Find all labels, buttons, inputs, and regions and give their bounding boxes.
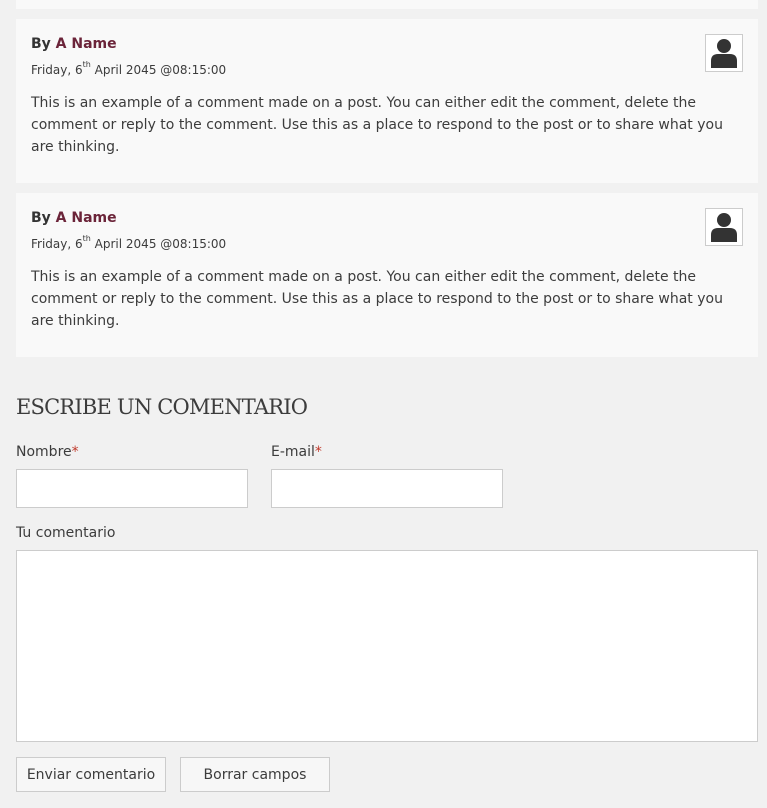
comment-author-link[interactable]: A Name: [56, 210, 117, 226]
user-silhouette-icon: [711, 213, 737, 242]
comment-byline: By A Name: [31, 36, 117, 52]
clear-fields-button[interactable]: Borrar campos: [180, 757, 330, 792]
avatar: [705, 208, 743, 246]
date-suffix: April 2045 @08:15:00: [90, 237, 227, 251]
comment-byline: By A Name: [31, 210, 117, 226]
submit-comment-button[interactable]: Enviar comentario: [16, 757, 166, 792]
name-label-text: Nombre: [16, 444, 72, 460]
email-label-text: E-mail: [271, 444, 315, 460]
comment-date: Friday, 6th April 2045 @08:15:00: [31, 234, 227, 251]
comment-date: Friday, 6th April 2045 @08:15:00: [31, 60, 227, 77]
comment-label: Tu comentario: [16, 525, 116, 541]
date-prefix: Friday, 6: [31, 237, 83, 251]
email-label: E-mail*: [271, 444, 322, 460]
comments-page: By A Name Friday, 6th April 2045 @08:15:…: [0, 0, 767, 808]
name-input[interactable]: [16, 469, 248, 508]
comment-card: By A Name Friday, 6th April 2045 @08:15:…: [16, 193, 758, 357]
required-marker: *: [71, 444, 79, 460]
comment-textarea[interactable]: [16, 550, 758, 742]
date-suffix: April 2045 @08:15:00: [90, 63, 227, 77]
comment-author-link[interactable]: A Name: [56, 36, 117, 52]
date-prefix: Friday, 6: [31, 63, 83, 77]
previous-comment-edge: [16, 0, 758, 9]
comment-body: This is an example of a comment made on …: [31, 95, 723, 155]
user-silhouette-icon: [711, 39, 737, 68]
byline-prefix: By: [31, 36, 56, 52]
comment-card: By A Name Friday, 6th April 2045 @08:15:…: [16, 19, 758, 183]
avatar: [705, 34, 743, 72]
email-input[interactable]: [271, 469, 503, 508]
comment-form-title: ESCRIBE UN COMENTARIO: [16, 395, 308, 419]
comment-body: This is an example of a comment made on …: [31, 269, 723, 329]
date-ordinal-suffix: th: [82, 60, 91, 69]
required-marker: *: [314, 444, 322, 460]
date-ordinal-suffix: th: [82, 234, 91, 243]
name-label: Nombre*: [16, 444, 79, 460]
byline-prefix: By: [31, 210, 56, 226]
